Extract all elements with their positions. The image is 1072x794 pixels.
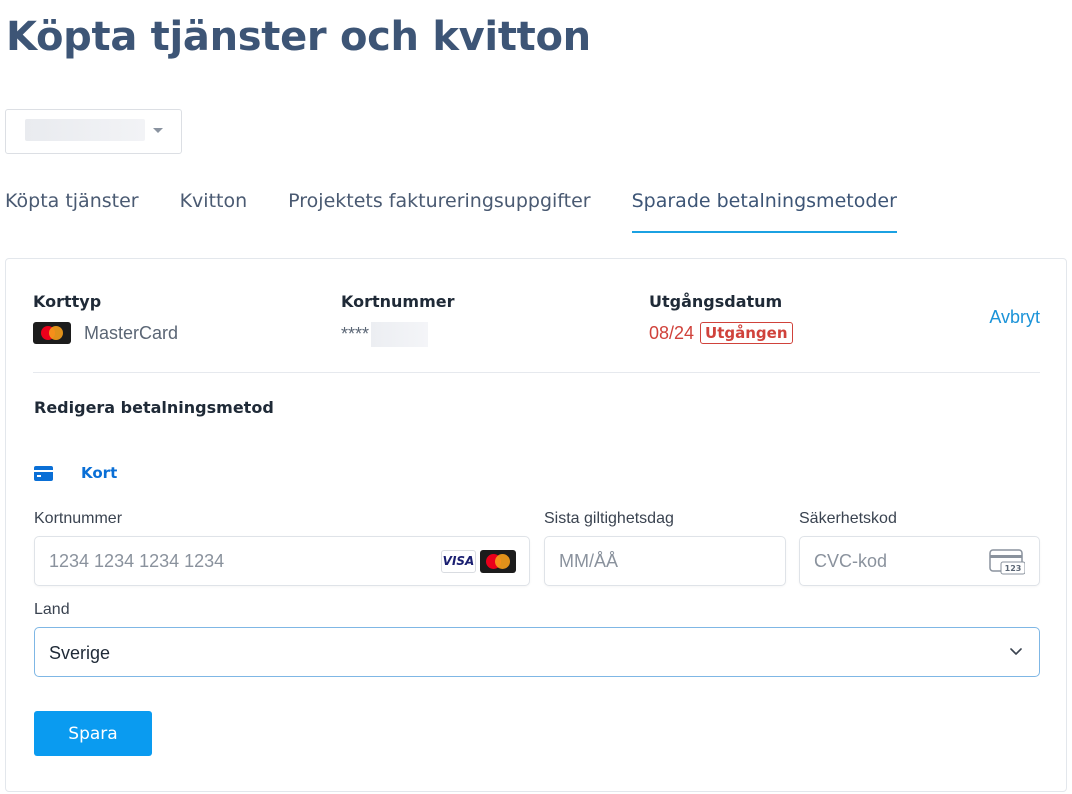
cvc-field-label: Säkerhetskod (799, 510, 897, 527)
card-number-value: **** (341, 322, 429, 347)
credit-card-icon (34, 465, 53, 481)
cvc-icon-text: 123 (1005, 564, 1022, 573)
cancel-link[interactable]: Avbryt (989, 307, 1040, 328)
card-type-text: MasterCard (84, 322, 179, 343)
cvc-input[interactable] (814, 537, 982, 585)
tab-saved-payment-methods[interactable]: Sparade betalningsmetoder (631, 187, 897, 233)
chevron-down-icon (1010, 648, 1022, 655)
card-type-value: MasterCard (33, 322, 178, 344)
project-select[interactable] (5, 109, 182, 154)
cvc-card-icon: 123 (989, 549, 1025, 575)
visa-icon: VISA (441, 550, 476, 573)
country-select[interactable]: Sverige (34, 627, 1040, 677)
card-brand-icons: VISA (441, 550, 516, 573)
edit-payment-method-title: Redigera betalningsmetod (34, 398, 274, 417)
country-select-value: Sverige (49, 643, 111, 663)
tab-receipts[interactable]: Kvitton (180, 187, 248, 233)
mastercard-icon (480, 550, 516, 573)
expiry-input[interactable] (559, 537, 727, 585)
save-button[interactable]: Spara (34, 711, 152, 756)
card-number-redacted (371, 322, 429, 347)
expiry-field-label: Sista giltighetsdag (544, 510, 674, 527)
payment-method-panel: Korttyp MasterCard Kortnummer **** Utgån… (5, 258, 1067, 792)
card-number-input[interactable] (49, 537, 395, 585)
expiry-date-text: 08/24 (649, 322, 695, 343)
payment-method-card-option[interactable]: Kort (34, 464, 117, 482)
payment-method-card-label: Kort (81, 464, 118, 482)
expiry-field (544, 536, 786, 586)
expiry-date-label: Utgångsdatum (649, 292, 783, 311)
card-number-masked: **** (341, 324, 370, 344)
card-number-field: VISA (34, 536, 530, 586)
card-number-field-label: Kortnummer (34, 510, 123, 527)
project-select-value (25, 119, 145, 141)
caret-down-icon (153, 128, 163, 133)
expired-status-badge: Utgången (700, 322, 793, 344)
expiry-date-value: 08/24 Utgången (649, 322, 793, 344)
page-title: Köpta tjänster och kvitton (6, 14, 591, 60)
cvc-field: 123 (799, 536, 1040, 586)
country-field-label: Land (34, 601, 70, 618)
card-number-label: Kortnummer (341, 292, 455, 311)
tab-purchased-services[interactable]: Köpta tjänster (5, 187, 139, 233)
mastercard-logo-icon (33, 322, 71, 344)
tabs: Köpta tjänster Kvitton Projektets faktur… (5, 187, 897, 233)
tab-project-billing-details[interactable]: Projektets faktureringsuppgifter (288, 187, 590, 233)
divider (33, 372, 1040, 373)
card-type-label: Korttyp (33, 292, 102, 311)
